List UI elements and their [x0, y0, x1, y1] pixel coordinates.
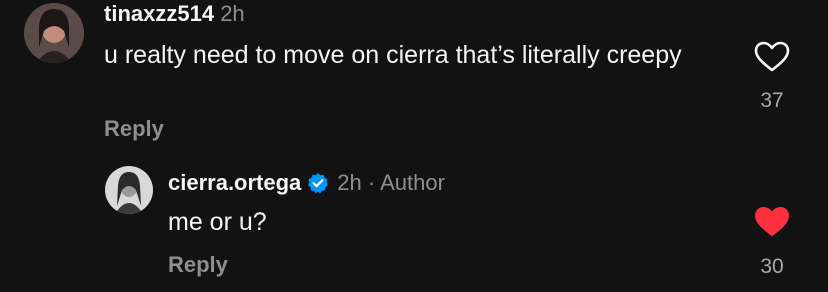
username-text[interactable]: cierra.ortega	[168, 170, 301, 196]
comment-timestamp: 2h	[220, 1, 245, 26]
comment-text: u realty need to move on cierra that’s l…	[104, 41, 682, 69]
comment-username[interactable]: tinaxzz514 2h	[104, 1, 245, 27]
reply-button[interactable]: Reply	[168, 252, 228, 278]
comment-text: me or u?	[168, 208, 267, 236]
verified-badge-icon	[307, 172, 329, 194]
like-count: 30	[760, 255, 784, 278]
avatar[interactable]	[105, 166, 153, 214]
like-count: 37	[760, 89, 784, 112]
comment-username[interactable]: cierra.ortega 2h · Author	[168, 170, 445, 196]
avatar[interactable]	[24, 3, 84, 63]
heart-filled-icon[interactable]	[754, 206, 790, 238]
heart-outline-icon[interactable]	[754, 41, 790, 73]
reply-button[interactable]: Reply	[104, 116, 164, 142]
username-text[interactable]: tinaxzz514	[104, 1, 214, 26]
comment-timestamp: 2h · Author	[337, 170, 445, 195]
